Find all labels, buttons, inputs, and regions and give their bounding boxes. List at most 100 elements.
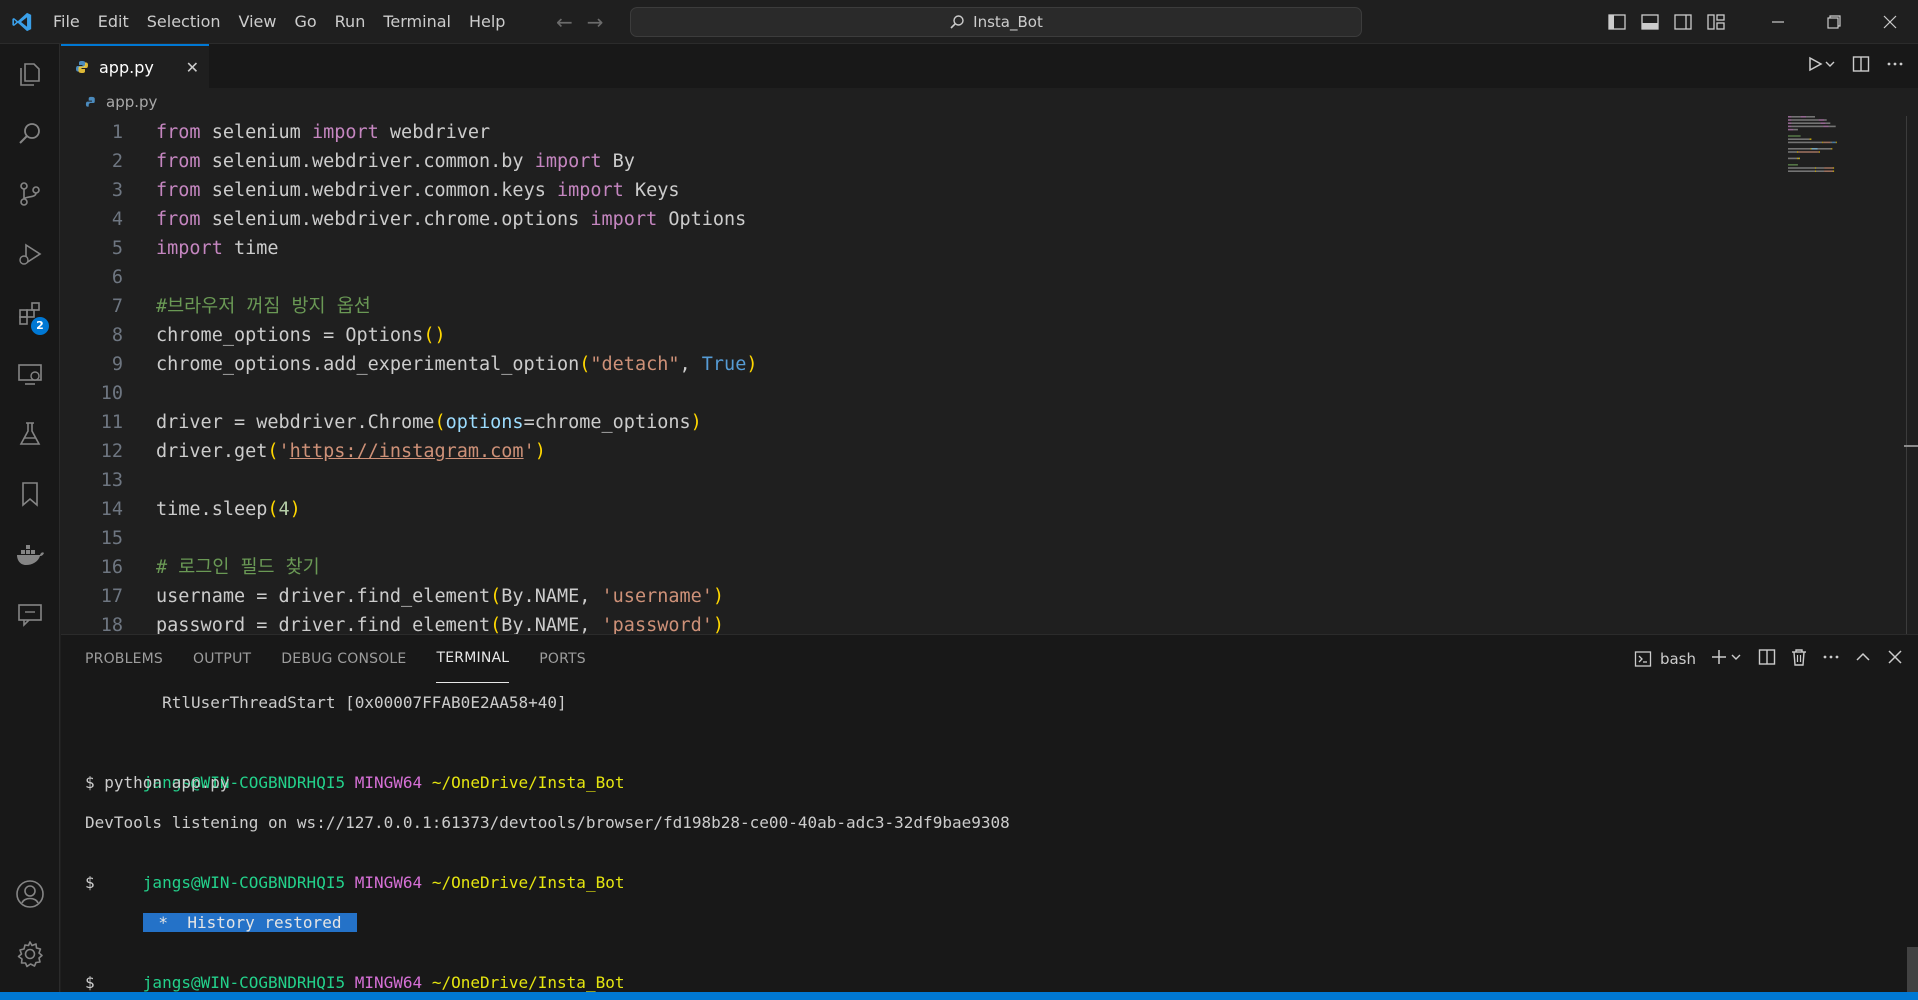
tab-debug-console[interactable]: DEBUG CONSOLE (281, 635, 406, 683)
scrollbar-position-marker (1904, 445, 1918, 447)
remote-explorer-icon[interactable] (0, 344, 60, 404)
prompt-user: jangs@WIN-COGBNDRHQI5 (142, 973, 346, 992)
code-line[interactable]: 11 driver = webdriver.Chrome(options=chro… (61, 408, 1761, 437)
close-panel-icon[interactable] (1886, 648, 1904, 670)
terminal-prompt: jangs@WIN-COGBNDRHQI5 MINGW64 ~/OneDrive… (85, 753, 625, 792)
vscode-logo-icon[interactable] (0, 0, 44, 44)
code-token: # 로그인 필드 찾기 (156, 557, 320, 578)
customize-layout-icon[interactable] (1699, 0, 1732, 44)
split-terminal-icon[interactable] (1758, 648, 1776, 670)
minimize-window-icon[interactable] (1750, 0, 1806, 44)
code-line[interactable]: 6 (61, 263, 1761, 292)
run-python-file-icon[interactable] (1806, 55, 1836, 77)
maximize-panel-chevron-up-icon[interactable] (1854, 648, 1872, 670)
menu-go[interactable]: Go (285, 7, 325, 37)
code-token: from (156, 122, 201, 143)
chat-icon[interactable] (0, 584, 60, 644)
menu-view[interactable]: View (230, 7, 286, 37)
code-line[interactable]: 7 #브라우저 꺼짐 방지 옵션 (61, 292, 1761, 321)
code-token: ) (712, 615, 725, 634)
code-line[interactable]: 2 from selenium.webdriver.common.by impor… (61, 147, 1761, 176)
code-token: chrome_options = Options (156, 325, 424, 346)
search-icon[interactable] (0, 104, 60, 164)
code-token: ' (278, 441, 290, 462)
editor-scrollbar[interactable] (1906, 116, 1907, 634)
tab-app-py[interactable]: app.py ✕ (61, 44, 209, 88)
tab-terminal[interactable]: TERMINAL (436, 635, 510, 683)
more-actions-icon[interactable] (1886, 55, 1904, 77)
code-text: from selenium.webdriver.common.by import… (156, 147, 635, 176)
code-token: "detach" (590, 354, 680, 375)
split-editor-icon[interactable] (1852, 55, 1870, 77)
minimap-token (1791, 122, 1821, 124)
toggle-panel-icon[interactable] (1633, 0, 1666, 44)
bookmarks-icon[interactable] (0, 464, 60, 524)
code-text: chrome_options = Options() (156, 321, 446, 350)
menu-edit[interactable]: Edit (89, 7, 138, 37)
breadcrumb[interactable]: app.py (61, 88, 157, 116)
docker-icon[interactable] (0, 524, 60, 584)
code-editor[interactable]: 1 from selenium import webdriver 2 from sel… (61, 116, 1918, 634)
source-control-icon[interactable] (0, 164, 60, 224)
minimap[interactable] (1786, 114, 1896, 204)
toggle-secondary-sidebar-icon[interactable] (1666, 0, 1699, 44)
code-token: chrome_options.add_experimental_option (156, 354, 580, 375)
toggle-primary-sidebar-icon[interactable] (1600, 0, 1633, 44)
code-line[interactable]: 12 driver.get('https://instagram.com') (61, 437, 1761, 466)
new-terminal-icon[interactable] (1710, 648, 1744, 670)
command-center-search[interactable]: Insta_Bot (630, 7, 1362, 37)
code-line[interactable]: 15 (61, 524, 1761, 553)
accounts-icon[interactable] (0, 864, 60, 924)
terminal-scrollbar[interactable] (1907, 947, 1918, 993)
back-arrow-icon[interactable]: ← (556, 10, 573, 34)
code-line[interactable]: 14 time.sleep(4) (61, 495, 1761, 524)
prompt-user: jangs@WIN-COGBNDRHQI5 (142, 873, 346, 892)
menu-run[interactable]: Run (326, 7, 375, 37)
code-token: import (534, 151, 602, 172)
minimap-token (1799, 157, 1800, 160)
code-line[interactable]: 13 (61, 466, 1761, 495)
tab-problems[interactable]: PROBLEMS (85, 635, 163, 683)
code-line[interactable]: 9 chrome_options.add_experimental_option(… (61, 350, 1761, 379)
minimap-token (1788, 128, 1794, 131)
settings-gear-icon[interactable] (0, 924, 60, 984)
code-token: time.sleep (156, 499, 268, 520)
code-line[interactable]: 5 import time (61, 234, 1761, 263)
code-line[interactable]: 17 username = driver.find_element(By.NAME… (61, 582, 1761, 611)
code-line[interactable]: 3 from selenium.webdriver.common.keys imp… (61, 176, 1761, 205)
code-token: 'password' (601, 615, 713, 634)
close-tab-icon[interactable]: ✕ (186, 58, 199, 77)
tab-label: app.py (99, 57, 154, 77)
minimap-token (1810, 148, 1812, 150)
extensions-icon[interactable]: 2 (0, 284, 60, 344)
restore-window-icon[interactable] (1806, 0, 1862, 44)
code-line[interactable]: 8 chrome_options = Options() (61, 321, 1761, 350)
minimap-token (1831, 148, 1833, 150)
menu-file[interactable]: File (44, 7, 89, 37)
python-file-icon (76, 61, 88, 73)
trash-icon[interactable] (1790, 648, 1808, 670)
menu-selection[interactable]: Selection (138, 7, 230, 37)
menu-terminal[interactable]: Terminal (374, 7, 460, 37)
code-text: from selenium import webdriver (156, 118, 490, 147)
close-window-icon[interactable] (1862, 0, 1918, 44)
code-line[interactable]: 10 (61, 379, 1761, 408)
code-line[interactable]: 4 from selenium.webdriver.chrome.options … (61, 205, 1761, 234)
tab-output[interactable]: OUTPUT (193, 635, 251, 683)
code-token: True (701, 354, 747, 375)
code-line[interactable]: 16 # 로그인 필드 찾기 (61, 553, 1761, 582)
testing-icon[interactable] (0, 404, 60, 464)
run-and-debug-icon[interactable] (0, 224, 60, 284)
explorer-icon[interactable] (0, 44, 60, 104)
terminal-profile-selector[interactable]: bash (1634, 650, 1696, 668)
panel-more-actions-icon[interactable] (1822, 648, 1840, 670)
python-file-icon (85, 96, 95, 107)
code-line[interactable]: 18 password = driver.find_element(By.NAME… (61, 611, 1761, 634)
code-line[interactable]: 1 from selenium import webdriver (61, 118, 1761, 147)
minimap-token (1822, 141, 1824, 144)
tab-ports[interactable]: PORTS (539, 635, 586, 683)
forward-arrow-icon[interactable]: → (587, 10, 604, 34)
menu-help[interactable]: Help (460, 7, 514, 37)
search-icon (950, 15, 964, 29)
minimap-token (1799, 151, 1818, 153)
